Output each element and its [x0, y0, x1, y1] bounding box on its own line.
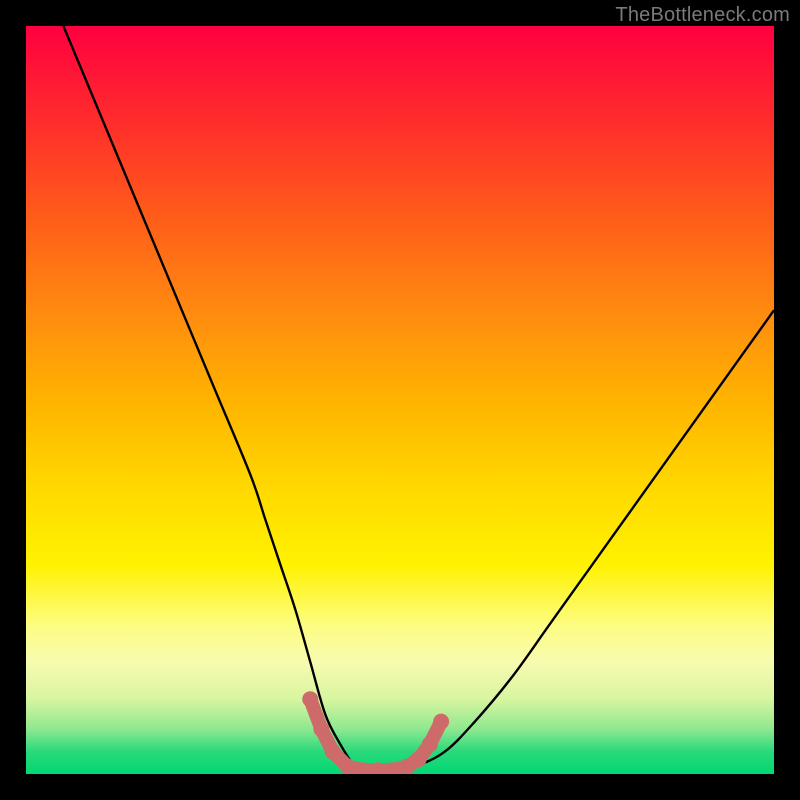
chart-frame: TheBottleneck.com — [0, 0, 800, 800]
optimal-marker-dot — [422, 736, 438, 752]
optimal-marker-dot — [411, 751, 427, 767]
optimal-marker-dot — [313, 721, 329, 737]
chart-svg — [26, 26, 774, 774]
optimal-marker-dot — [340, 759, 356, 774]
bottleneck-curve-path — [63, 26, 774, 774]
optimal-marker-dot — [302, 691, 318, 707]
plot-area — [26, 26, 774, 774]
watermark-text: TheBottleneck.com — [615, 4, 790, 27]
optimal-marker-dot — [433, 714, 449, 730]
optimal-marker-dot — [325, 744, 341, 760]
